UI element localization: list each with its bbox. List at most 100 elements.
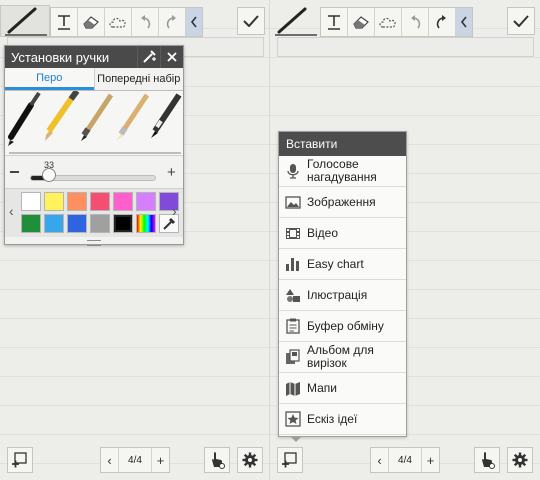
color-palette: ‹ › — [5, 188, 183, 237]
insert-clipboard-label: Буфер обміну — [307, 318, 384, 333]
color-swatch[interactable] — [113, 192, 133, 211]
undo-button[interactable] — [132, 8, 159, 36]
hand-mode-button[interactable] — [204, 447, 230, 473]
color-swatches — [21, 192, 179, 233]
color-swatch[interactable] — [67, 192, 87, 211]
text-tool-button[interactable] — [51, 8, 78, 36]
image-icon — [285, 195, 301, 209]
prev-page-button[interactable]: ‹ — [371, 448, 388, 472]
eraser-button[interactable] — [78, 8, 105, 36]
redo-button[interactable] — [429, 8, 456, 36]
title-field[interactable] — [277, 37, 534, 57]
tab-pen[interactable]: Перо — [5, 68, 94, 90]
text-tool-icon — [328, 15, 340, 30]
color-swatch[interactable] — [67, 214, 87, 233]
insert-maps[interactable]: Мапи — [279, 373, 406, 404]
insert-scrapbook[interactable]: Альбом для вирізок — [279, 342, 406, 373]
done-button[interactable] — [507, 7, 535, 35]
pen-type-marker[interactable] — [117, 93, 150, 140]
color-swatch[interactable] — [90, 214, 110, 233]
pen-type-fountain[interactable] — [8, 91, 41, 146]
left-screen: Установки ручки Перо Попередні набір 33 … — [0, 0, 270, 480]
cloud-icon — [379, 17, 396, 28]
check-icon — [243, 15, 259, 27]
increase-size-button[interactable]: + — [167, 165, 176, 180]
custom-color-swatch[interactable] — [136, 214, 156, 233]
color-swatch[interactable] — [21, 214, 41, 233]
insert-voice-memo-label: Голосове нагадування — [307, 157, 377, 184]
pen-type-pencil[interactable] — [45, 91, 80, 141]
pen-settings-save-button[interactable] — [137, 46, 160, 68]
pen-size-slider[interactable]: 33 + — [5, 156, 183, 188]
tab-presets[interactable]: Попередні набір — [93, 68, 184, 90]
chevron-left-icon — [190, 16, 197, 28]
settings-button[interactable] — [237, 447, 263, 473]
insert-illustration-label: Ілюстрація — [307, 287, 368, 302]
scrapbook-icon — [286, 349, 300, 364]
palette-prev-button[interactable]: ‹ — [9, 203, 14, 219]
decrease-size-button[interactable] — [10, 171, 19, 173]
color-swatch[interactable] — [136, 192, 156, 211]
pen-size-thumb[interactable] — [41, 168, 56, 182]
color-swatch[interactable] — [113, 214, 133, 233]
add-page-button[interactable] — [277, 447, 303, 473]
pen-settings-popup: Установки ручки Перо Попередні набір 33 … — [4, 45, 184, 248]
pen-settings-close-button[interactable] — [160, 46, 183, 68]
pen-tool-button[interactable] — [0, 5, 50, 37]
color-swatch[interactable] — [44, 192, 64, 211]
cloud-icon — [109, 17, 126, 28]
selection-button[interactable] — [105, 8, 132, 36]
page-navigator: ‹ 4/4 + — [370, 447, 440, 473]
shapes-icon — [286, 288, 300, 302]
collapse-toolbar-button[interactable] — [186, 8, 202, 36]
text-tool-icon — [58, 15, 70, 30]
insert-video[interactable]: Відео — [279, 218, 406, 249]
check-icon — [513, 15, 529, 27]
add-page-icon — [12, 452, 27, 468]
selection-button[interactable] — [375, 8, 402, 36]
color-swatch[interactable] — [21, 192, 41, 211]
insert-illustration[interactable]: Ілюстрація — [279, 280, 406, 311]
insert-image[interactable]: Зображення — [279, 187, 406, 218]
eraser-icon — [83, 16, 99, 29]
pen-icon — [5, 7, 47, 36]
undo-icon — [141, 15, 151, 29]
toolbar — [320, 7, 473, 37]
popup-resize-handle[interactable] — [5, 237, 183, 248]
insert-easy-chart[interactable]: Easy chart — [279, 249, 406, 280]
add-page-button[interactable] — [7, 447, 33, 473]
pen-type-brush[interactable] — [81, 93, 114, 141]
redo-icon — [166, 15, 176, 29]
insert-clipboard[interactable]: Буфер обміну — [279, 311, 406, 342]
redo-button[interactable] — [159, 8, 186, 36]
done-button[interactable] — [237, 7, 265, 35]
palette-next-button[interactable]: › — [172, 203, 177, 219]
add-next-page-button[interactable]: + — [152, 448, 169, 472]
page-counter: 4/4 — [388, 448, 422, 472]
pen-type-highlighter[interactable] — [151, 93, 182, 138]
color-swatch[interactable] — [90, 192, 110, 211]
add-page-icon — [282, 452, 297, 468]
insert-scrapbook-label: Альбом для вирізок — [307, 343, 374, 370]
color-swatch[interactable] — [44, 214, 64, 233]
hand-mode-button[interactable] — [474, 447, 500, 473]
eraser-icon — [353, 16, 369, 29]
add-next-page-button[interactable]: + — [422, 448, 439, 472]
insert-idea-sketch[interactable]: Ескіз ідеї — [279, 404, 406, 435]
clipboard-icon — [286, 318, 300, 334]
insert-idea-sketch-label: Ескіз ідеї — [307, 411, 358, 426]
collapse-toolbar-button[interactable] — [456, 8, 472, 36]
settings-button[interactable] — [507, 447, 533, 473]
pen-tool-button[interactable] — [270, 5, 320, 37]
insert-voice-memo[interactable]: Голосове нагадування — [279, 156, 406, 187]
prev-page-button[interactable]: ‹ — [101, 448, 118, 472]
text-tool-button[interactable] — [321, 8, 348, 36]
undo-button[interactable] — [402, 8, 429, 36]
insert-image-label: Зображення — [307, 194, 376, 209]
insert-easy-chart-label: Easy chart — [307, 256, 364, 271]
undo-icon — [411, 15, 421, 29]
eraser-button[interactable] — [348, 8, 375, 36]
menu-pointer — [290, 436, 302, 442]
microphone-icon — [287, 164, 299, 179]
insert-maps-label: Мапи — [307, 380, 338, 395]
